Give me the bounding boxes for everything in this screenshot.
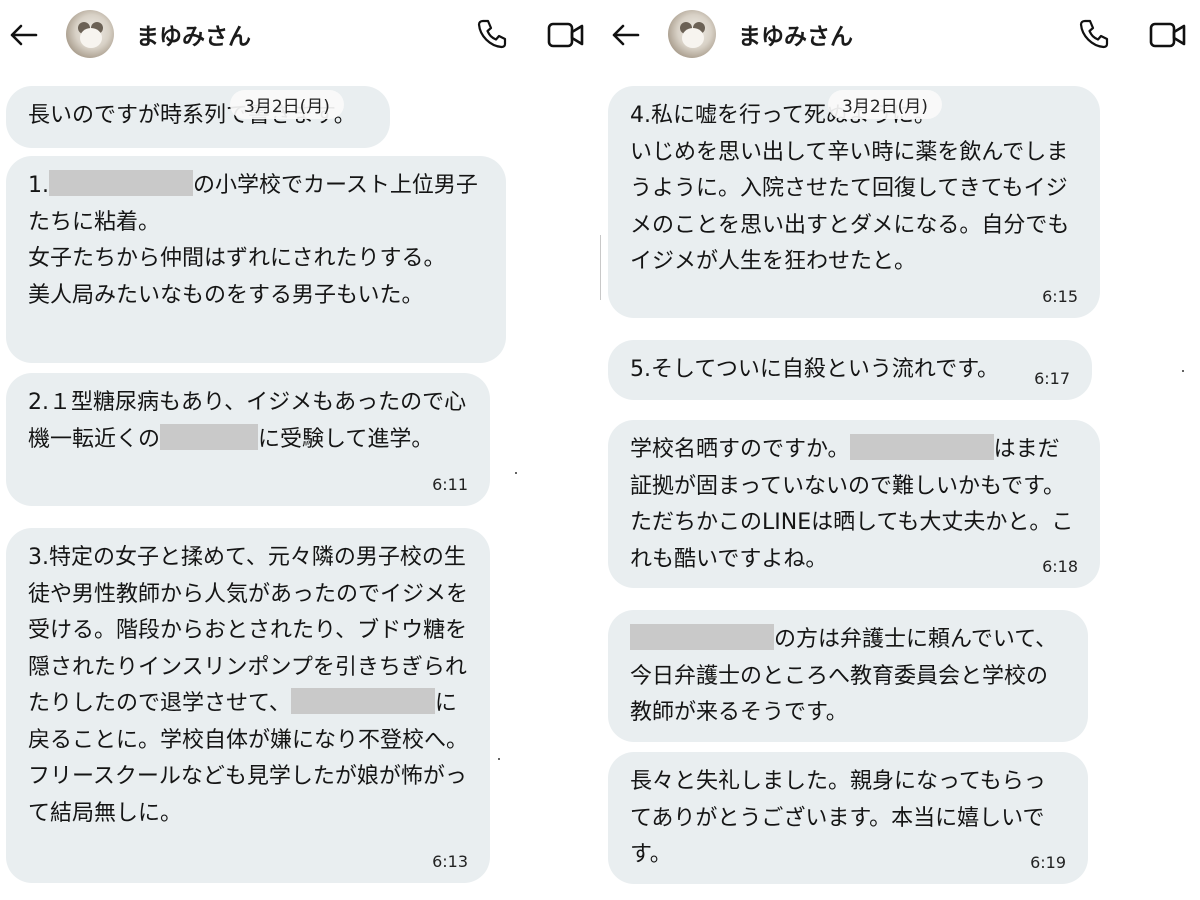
avatar[interactable] [66,10,114,58]
message-text: 4.私に嘘を行って死ぬように。 いじめを思い出して辛い時に薬を飲んでしまうように… [630,103,1070,274]
redacted-text [849,434,994,460]
chat-panel-left: まゆみさん 長いのですが時系列で書きます。 3月2日(月) 1. の小学校でカース… [0,0,600,900]
message-time: 6:19 [1030,853,1066,872]
message-bubble[interactable]: 長々と失礼しました。親身になってもらってありがとうございます。本当に嬉しいです。… [608,752,1088,884]
phone-icon[interactable] [1076,16,1112,52]
message-text: 2.１型糖尿病もあり、イジメもあったので心機一転近くの に受験して進学。 [28,390,467,452]
avatar[interactable] [668,10,716,58]
message-time: 6:17 [1034,369,1070,388]
stray-dot [1182,370,1184,372]
date-label: 3月2日(月) [828,90,942,119]
message-bubble[interactable]: 3.特定の女子と揉めて、元々隣の男子校の生徒や男性教師から人気があったのでイジメ… [6,528,490,883]
phone-icon[interactable] [474,16,510,52]
message-bubble[interactable]: 5.そしてついに自殺という流れです。 6:17 [608,340,1092,400]
message-bubble[interactable]: 学校名晒すのですか。 はまだ証拠が固まっていないので難しいかもです。ただちかこのL… [608,420,1100,588]
message-text: 1. の小学校でカースト上位男子たちに粘着。 女子たちから仲間はずれにされたりする… [28,168,484,314]
video-camera-icon[interactable] [1148,18,1188,52]
message-time: 6:13 [432,852,468,871]
message-text: 長々と失礼しました。親身になってもらってありがとうございます。本当に嬉しいです。 [630,769,1046,867]
message-bubble[interactable]: 4.私に嘘を行って死ぬように。 いじめを思い出して辛い時に薬を飲んでしまうように… [608,86,1100,318]
message-time: 6:11 [432,475,468,494]
message-time: 6:18 [1042,557,1078,576]
redacted-text [49,170,193,196]
message-time: 6:15 [1042,287,1078,306]
video-camera-icon[interactable] [546,18,586,52]
arrow-left-icon[interactable] [6,18,40,52]
message-bubble[interactable]: 1. の小学校でカースト上位男子たちに粘着。 女子たちから仲間はずれにされたりする… [6,156,506,363]
chat-header: まゆみさん [602,0,1200,70]
message-text: 5.そしてついに自殺という流れです。 [630,357,1000,382]
contact-name[interactable]: まゆみさん [136,17,251,51]
message-bubble[interactable]: の方は弁護士に頼んでいて、今日弁護士のところへ教育委員会と学校の教師が来るそうで… [608,610,1088,742]
arrow-left-icon[interactable] [608,18,642,52]
panel-divider [600,235,601,300]
message-text: 学校名晒すのですか。 はまだ証拠が固まっていないので難しいかもです。ただちかこのL… [630,432,1078,578]
redacted-text [160,423,259,450]
redacted-text [290,688,435,714]
message-text: の方は弁護士に頼んでいて、今日弁護士のところへ教育委員会と学校の教師が来るそうで… [630,622,1066,732]
stray-dot [498,758,500,760]
message-text: 3.特定の女子と揉めて、元々隣の男子校の生徒や男性教師から人気があったのでイジメ… [28,545,469,826]
contact-name[interactable]: まゆみさん [738,17,853,51]
redacted-text [630,624,774,650]
date-label: 3月2日(月) [230,90,344,119]
chat-header: まゆみさん [0,0,600,70]
stray-dot [515,472,517,474]
chat-panel-right: まゆみさん 4.私に嘘を行って死ぬように。 いじめを思い出して辛い時に薬を飲んで… [602,0,1200,900]
message-bubble[interactable]: 2.１型糖尿病もあり、イジメもあったので心機一転近くの に受験して進学。 6:11 [6,373,490,506]
